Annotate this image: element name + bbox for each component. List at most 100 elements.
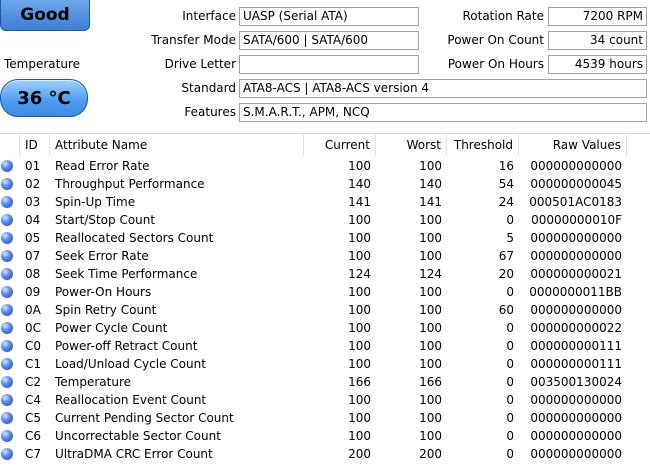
features-field: S.M.A.R.T., APM, NCQ	[239, 103, 647, 122]
cell-raw: 000000000000	[530, 231, 622, 245]
table-row[interactable]: 04 Start/Stop Count 100 100 0 00000000010F	[0, 211, 650, 229]
cell-current: 100	[348, 303, 371, 317]
table-row[interactable]: C6 Uncorrectable Sector Count 100 100 0 00000…	[0, 427, 650, 445]
cell-current: 100	[348, 285, 371, 299]
table-row[interactable]: C7 UltraDMA CRC Error Count 200 200 0 0000000…	[0, 445, 650, 463]
status-dot-icon	[1, 232, 13, 244]
cell-id: C5	[25, 411, 42, 425]
table-row[interactable]: 0C Power Cycle Count 100 100 0 000000000022	[0, 319, 650, 337]
standard-label: Standard	[181, 81, 236, 95]
smart-attributes-table: ID Attribute Name Current Worst Threshol…	[0, 133, 650, 476]
cell-raw: 00000000010F	[531, 213, 622, 227]
table-row[interactable]: 08 Seek Time Performance 124 124 20 000000000…	[0, 265, 650, 283]
cell-raw: 000000000000	[530, 303, 622, 317]
cell-worst: 141	[419, 195, 442, 209]
cell-worst: 100	[419, 411, 442, 425]
cell-worst: 100	[419, 213, 442, 227]
table-row[interactable]: C4 Reallocation Event Count 100 100 0 0000000…	[0, 391, 650, 409]
transfer-mode-label: Transfer Mode	[151, 33, 236, 47]
drive-letter-label: Drive Letter	[164, 57, 236, 71]
cell-current: 100	[348, 159, 371, 173]
column-attribute-name-header[interactable]: Attribute Name	[50, 134, 304, 156]
cell-worst: 100	[419, 357, 442, 371]
column-raw-values-header[interactable]: Raw Values	[519, 134, 627, 156]
status-dot-icon	[1, 358, 13, 370]
cell-threshold: 0	[506, 357, 514, 371]
column-worst-header[interactable]: Worst	[376, 134, 447, 156]
cell-threshold: 0	[506, 339, 514, 353]
cell-name: Power Cycle Count	[55, 321, 168, 335]
table-row[interactable]: C0 Power-off Retract Count 100 100 0 00000000…	[0, 337, 650, 355]
cell-current: 140	[348, 177, 371, 191]
power-on-hours-label: Power On Hours	[447, 57, 544, 71]
health-status-badge[interactable]: Good	[0, 0, 90, 31]
cell-id: C6	[25, 429, 42, 443]
cell-threshold: 16	[498, 159, 514, 173]
cell-current: 124	[348, 267, 371, 281]
cell-name: Seek Error Rate	[55, 249, 149, 263]
table-row[interactable]: 09 Power-On Hours 100 100 0 0000000011BB	[0, 283, 650, 301]
cell-threshold: 0	[506, 447, 514, 461]
cell-name: UltraDMA CRC Error Count	[55, 447, 213, 461]
cell-raw: 000000000021	[530, 267, 622, 281]
cell-current: 141	[348, 195, 371, 209]
status-dot-icon	[1, 304, 13, 316]
drive-letter-field	[239, 55, 419, 74]
cell-raw: 003500130024	[530, 375, 622, 389]
status-dot-icon	[1, 430, 13, 442]
cell-raw: 000000000000	[530, 429, 622, 443]
table-row[interactable]: C5 Current Pending Sector Count 100 100 0 000…	[0, 409, 650, 427]
cell-current: 100	[348, 357, 371, 371]
cell-current: 100	[348, 231, 371, 245]
cell-id: 02	[25, 177, 41, 191]
status-dot-icon	[1, 160, 13, 172]
cell-name: Power-off Retract Count	[55, 339, 198, 353]
table-row[interactable]: 01 Read Error Rate 100 100 16 000000000000	[0, 157, 650, 175]
cell-worst: 166	[419, 375, 442, 389]
interface-label: Interface	[182, 9, 236, 23]
status-dot-icon	[1, 412, 13, 424]
column-id-header[interactable]: ID	[20, 134, 50, 156]
table-row[interactable]: C1 Load/Unload Cycle Count 100 100 0 00000000…	[0, 355, 650, 373]
status-dot-icon	[1, 268, 13, 280]
cell-current: 100	[348, 339, 371, 353]
rotation-rate-field: 7200 RPM	[548, 7, 647, 26]
temperature-label: Temperature	[4, 57, 81, 71]
column-status-header[interactable]	[0, 134, 20, 156]
cell-name: Seek Time Performance	[55, 267, 198, 281]
cell-threshold: 0	[506, 213, 514, 227]
cell-current: 200	[348, 447, 371, 461]
status-dot-icon	[1, 196, 13, 208]
temperature-badge[interactable]: 36 °C	[0, 79, 88, 117]
cell-threshold: 54	[498, 177, 514, 191]
table-row[interactable]: C2 Temperature 166 166 0 003500130024	[0, 373, 650, 391]
cell-id: C4	[25, 393, 42, 407]
cell-id: C2	[25, 375, 42, 389]
cell-raw: 000000000111	[530, 357, 622, 371]
table-row[interactable]: 05 Reallocated Sectors Count 100 100 5 000000…	[0, 229, 650, 247]
cell-raw: 000000000111	[530, 339, 622, 353]
table-row[interactable]: 02 Throughput Performance 140 140 54 00000000…	[0, 175, 650, 193]
cell-raw: 000000000000	[530, 411, 622, 425]
status-dot-icon	[1, 250, 13, 262]
column-current-header[interactable]: Current	[304, 134, 376, 156]
cell-name: Load/Unload Cycle Count	[55, 357, 206, 371]
cell-worst: 100	[419, 321, 442, 335]
cell-current: 100	[348, 411, 371, 425]
table-row[interactable]: 07 Seek Error Rate 100 100 67 000000000000	[0, 247, 650, 265]
cell-worst: 200	[419, 447, 442, 461]
cell-name: Current Pending Sector Count	[55, 411, 234, 425]
cell-id: 0C	[25, 321, 42, 335]
cell-threshold: 0	[506, 375, 514, 389]
cell-name: Reallocation Event Count	[55, 393, 207, 407]
cell-worst: 100	[419, 159, 442, 173]
cell-raw: 000000000000	[530, 447, 622, 461]
cell-id: C0	[25, 339, 42, 353]
table-row[interactable]: 0A Spin Retry Count 100 100 60 000000000000	[0, 301, 650, 319]
table-row[interactable]: 03 Spin-Up Time 141 141 24 000501AC0183	[0, 193, 650, 211]
cell-raw: 000000000000	[530, 249, 622, 263]
cell-name: Start/Stop Count	[55, 213, 156, 227]
cell-raw: 000000000045	[530, 177, 622, 191]
column-threshold-header[interactable]: Threshold	[447, 134, 519, 156]
cell-raw: 000000000000	[530, 159, 622, 173]
